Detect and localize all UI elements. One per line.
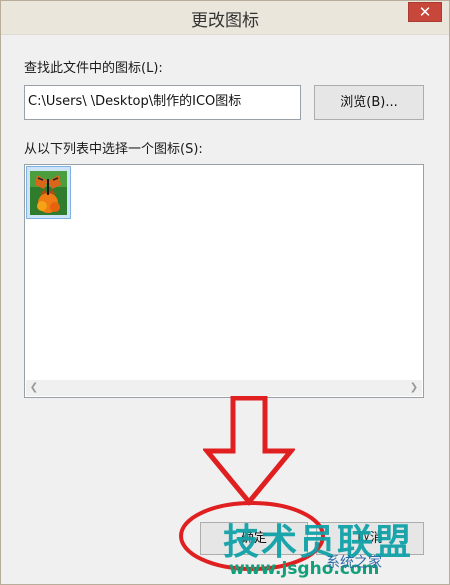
butterfly-flower-icon [30,171,67,215]
scroll-left-icon[interactable]: ❮ [26,380,42,396]
title-bar[interactable]: 更改图标 ✕ [1,1,449,35]
watermark-sub: 系统之家 [326,555,382,571]
change-icon-dialog: 更改图标 ✕ 查找此文件中的图标(L): C:\Users\ \Desktop\… [0,0,450,585]
file-search-label: 查找此文件中的图标(L): [24,61,163,76]
browse-button[interactable]: 浏览(B)... [314,85,424,120]
icon-list-label: 从以下列表中选择一个图标(S): [24,142,203,157]
dialog-title: 更改图标 [191,11,259,31]
file-path-input[interactable]: C:\Users\ \Desktop\制作的ICO图标 [24,85,301,120]
watermark-brand: 技术员联盟 [223,522,414,563]
red-down-arrow-annotation [203,396,295,506]
icon-list[interactable]: ❮ ❯ [24,164,424,398]
horizontal-scrollbar[interactable]: ❮ ❯ [26,380,422,396]
icon-list-item[interactable] [26,166,71,219]
close-button[interactable]: ✕ [408,2,442,22]
scroll-right-icon[interactable]: ❯ [406,380,422,396]
